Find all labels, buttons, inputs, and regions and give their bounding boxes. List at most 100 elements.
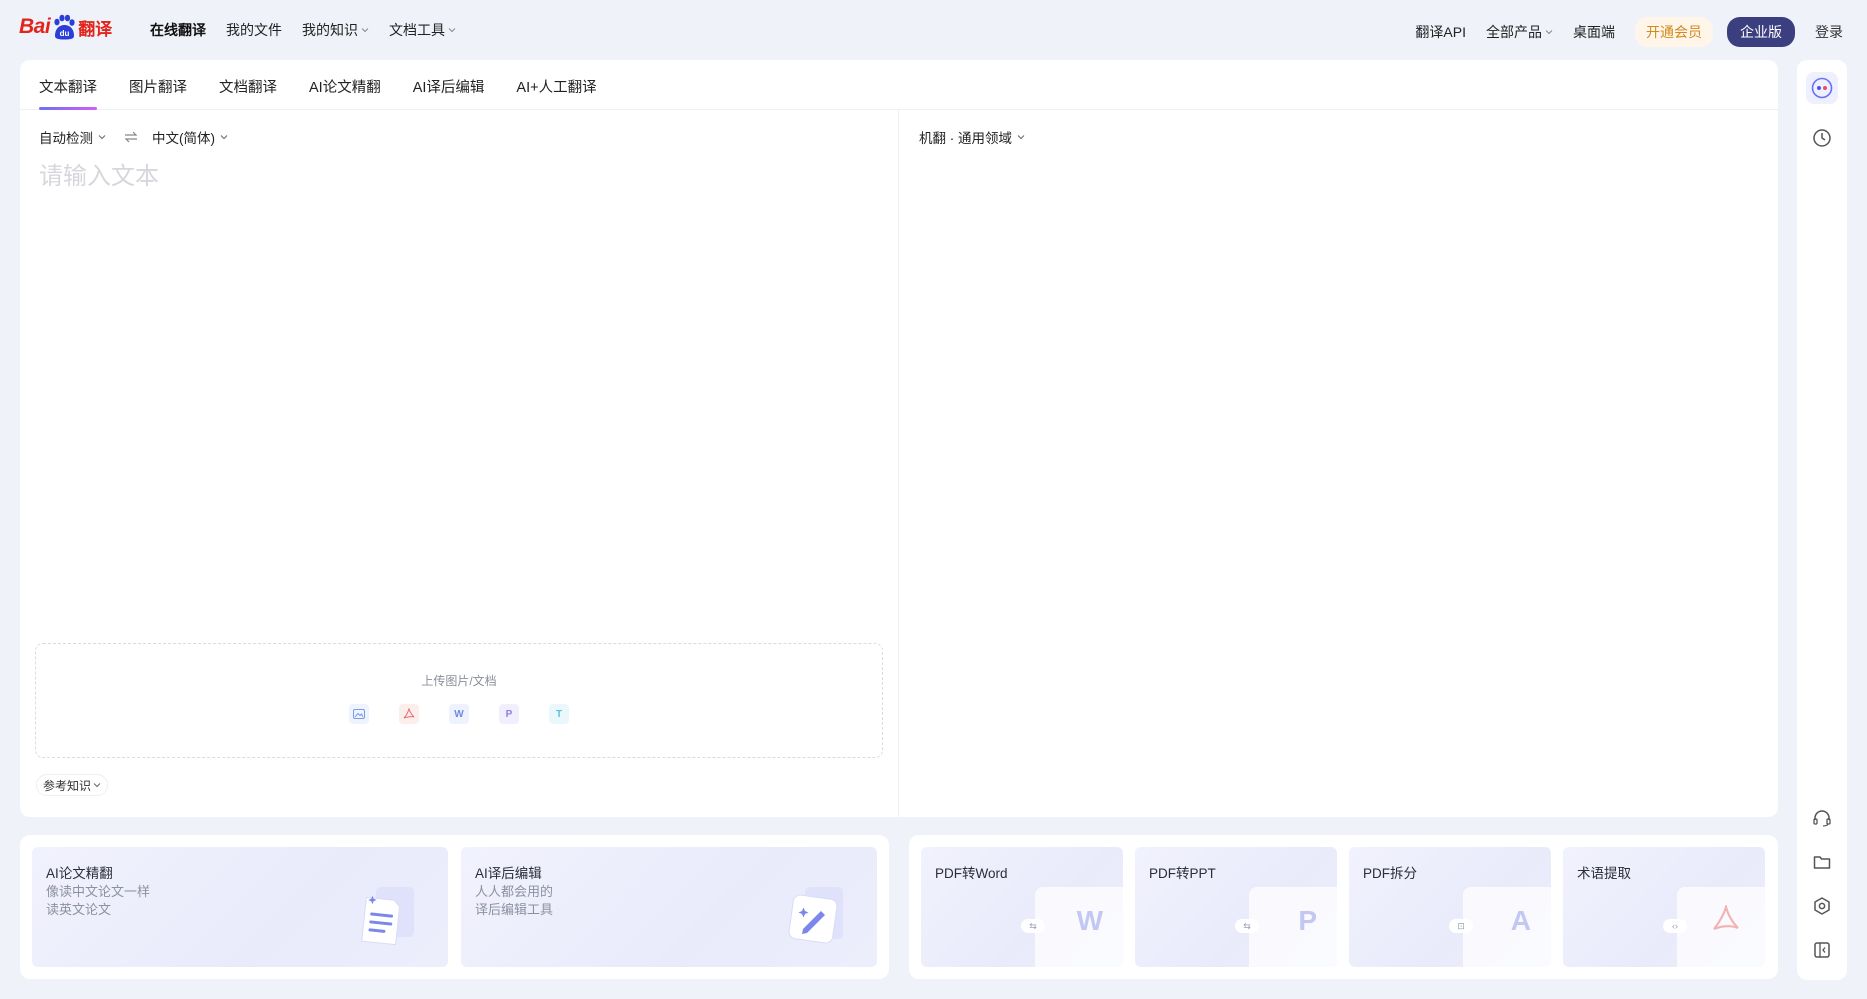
- card-desc-line: 人人都会用的: [475, 884, 554, 899]
- source-pane: 自动检测 中文(简体) 上传图片/文档 W: [20, 110, 899, 817]
- collapse-sidebar-button[interactable]: [1806, 934, 1838, 966]
- ai-assistant-button[interactable]: [1806, 72, 1838, 104]
- ppt-icon: P: [1298, 905, 1317, 936]
- customer-service-button[interactable]: [1806, 802, 1838, 834]
- document-icon: [361, 887, 414, 946]
- edit-pen-icon: [788, 887, 843, 944]
- code-icon: ‹›: [1663, 919, 1687, 933]
- nav-label: 文档工具: [389, 22, 445, 38]
- image-icon[interactable]: [349, 704, 369, 724]
- files-button[interactable]: [1806, 846, 1838, 878]
- nav-label: 全部产品: [1486, 24, 1542, 40]
- chevron-down-icon: [361, 28, 369, 33]
- card-desc-line: 译后编辑工具: [475, 902, 554, 917]
- card-title: PDF拆分: [1363, 866, 1417, 881]
- baidu-translate-logo[interactable]: Bai du 翻译: [19, 12, 112, 42]
- upload-file-types: W P T: [36, 704, 882, 724]
- engine-domain-label: 机翻 · 通用领域: [919, 131, 1012, 146]
- word-icon[interactable]: W: [449, 704, 469, 724]
- pdf-icon[interactable]: [399, 704, 419, 724]
- target-language-select[interactable]: 中文(简体): [152, 127, 228, 147]
- reference-knowledge-label: 参考知识: [43, 778, 92, 793]
- secondary-nav: 翻译API 全部产品 桌面端 开通会员 企业版 登录: [1415, 17, 1843, 47]
- clock-icon: [1813, 129, 1831, 147]
- translate-panel: 文本翻译 图片翻译 文档翻译 AI论文精翻 AI译后编辑 AI+人工翻译 自动检…: [20, 60, 1778, 817]
- settings-icon: [1814, 897, 1830, 915]
- tab-text-translate[interactable]: 文本翻译: [39, 60, 97, 110]
- engine-domain-select[interactable]: 机翻 · 通用领域: [919, 127, 1025, 147]
- card-title: PDF转Word: [935, 866, 1008, 881]
- card-title: AI论文精翻: [46, 866, 113, 881]
- swap-languages-icon[interactable]: [124, 131, 138, 143]
- tab-ai-post-edit[interactable]: AI译后编辑: [413, 60, 485, 110]
- language-selector-row: 自动检测 中文(简体): [39, 127, 228, 147]
- logo-bai-text: Bai: [19, 15, 51, 38]
- upload-dropzone[interactable]: 上传图片/文档 W P T: [35, 643, 883, 758]
- nav-translate-api[interactable]: 翻译API: [1415, 22, 1466, 42]
- text-icon[interactable]: T: [549, 704, 569, 724]
- nav-label: 我的知识: [302, 22, 358, 38]
- chevron-down-icon: [1545, 30, 1553, 35]
- source-language-select[interactable]: 自动检测: [39, 127, 106, 147]
- enterprise-button[interactable]: 企业版: [1727, 17, 1795, 47]
- tab-ai-paper[interactable]: AI论文精翻: [309, 60, 381, 110]
- login-link[interactable]: 登录: [1815, 22, 1843, 42]
- logo-du-text: du: [60, 29, 70, 38]
- nav-label: 桌面端: [1573, 24, 1615, 40]
- feature-cards-section: AI论文精翻 像读中文论文一样 读英文论文 AI译后编辑 人人都会用的 译后编辑…: [20, 835, 889, 979]
- logo-translate-text: 翻译: [78, 19, 113, 39]
- word-icon: W: [1076, 905, 1103, 936]
- collapse-panel-icon: [1814, 942, 1830, 958]
- nav-doc-tools[interactable]: 文档工具: [389, 20, 456, 40]
- convert-icon: ⇆: [1021, 919, 1045, 933]
- split-icon: ⊡: [1449, 919, 1473, 933]
- nav-all-products[interactable]: 全部产品: [1486, 22, 1553, 42]
- pdf-split-card[interactable]: PDF拆分 ⊡ A: [1349, 847, 1551, 967]
- reference-knowledge-button[interactable]: 参考知识: [36, 774, 109, 796]
- ai-assistant-icon: [1811, 77, 1833, 99]
- ai-paper-card[interactable]: AI论文精翻 像读中文论文一样 读英文论文: [32, 847, 448, 967]
- tab-ai-human[interactable]: AI+人工翻译: [516, 60, 596, 110]
- history-button[interactable]: [1806, 122, 1838, 154]
- nav-online-translate[interactable]: 在线翻译: [150, 20, 206, 40]
- pdf-icon: [1713, 905, 1739, 931]
- ppt-icon[interactable]: P: [499, 704, 519, 724]
- source-language-label: 自动检测: [39, 131, 93, 146]
- settings-button[interactable]: [1806, 890, 1838, 922]
- folder-icon: [1813, 856, 1831, 869]
- chevron-down-icon: [1017, 135, 1025, 140]
- open-vip-button[interactable]: 开通会员: [1635, 17, 1713, 47]
- nav-desktop[interactable]: 桌面端: [1573, 22, 1615, 42]
- top-navbar: Bai du 翻译 在线翻译 我的文件 我的知识 文档工具 翻译API 全部产品…: [0, 0, 1867, 60]
- target-language-label: 中文(简体): [152, 131, 215, 146]
- term-extraction-card[interactable]: 术语提取 ‹›: [1563, 847, 1765, 967]
- chevron-down-icon: [448, 28, 456, 33]
- nav-label: 在线翻译: [150, 22, 206, 38]
- translate-mode-tabs: 文本翻译 图片翻译 文档翻译 AI论文精翻 AI译后编辑 AI+人工翻译: [20, 60, 1778, 110]
- right-sidebar: [1797, 60, 1847, 980]
- tool-cards-section: PDF转Word ⇆ W PDF转PPT ⇆ P PDF拆分 ⊡ A 术语提取 …: [909, 835, 1778, 979]
- pdf-to-word-card[interactable]: PDF转Word ⇆ W: [921, 847, 1123, 967]
- split-doc-icon: A: [1510, 905, 1531, 936]
- nav-my-knowledge[interactable]: 我的知识: [302, 20, 369, 40]
- upload-label: 上传图片/文档: [421, 674, 497, 688]
- card-preview: [1463, 887, 1551, 967]
- tab-doc-translate[interactable]: 文档翻译: [219, 60, 277, 110]
- target-pane: 机翻 · 通用领域: [900, 110, 1778, 817]
- card-desc-line: 读英文论文: [46, 902, 112, 917]
- nav-my-files[interactable]: 我的文件: [226, 20, 282, 40]
- card-description: 像读中文论文一样 读英文论文: [46, 883, 150, 919]
- source-text-input[interactable]: [39, 156, 879, 536]
- card-desc-line: 像读中文论文一样: [46, 884, 151, 899]
- tab-image-translate[interactable]: 图片翻译: [129, 60, 187, 110]
- chevron-down-icon: [93, 783, 101, 788]
- card-title: AI译后编辑: [475, 866, 542, 881]
- nav-label: 我的文件: [226, 22, 282, 38]
- ai-post-edit-card[interactable]: AI译后编辑 人人都会用的 译后编辑工具: [461, 847, 877, 967]
- card-description: 人人都会用的 译后编辑工具: [475, 883, 553, 919]
- paw-icon: du: [54, 14, 75, 40]
- pdf-to-ppt-card[interactable]: PDF转PPT ⇆ P: [1135, 847, 1337, 967]
- card-title: 术语提取: [1577, 866, 1631, 881]
- chevron-down-icon: [220, 135, 228, 140]
- primary-nav: 在线翻译 我的文件 我的知识 文档工具: [150, 20, 456, 40]
